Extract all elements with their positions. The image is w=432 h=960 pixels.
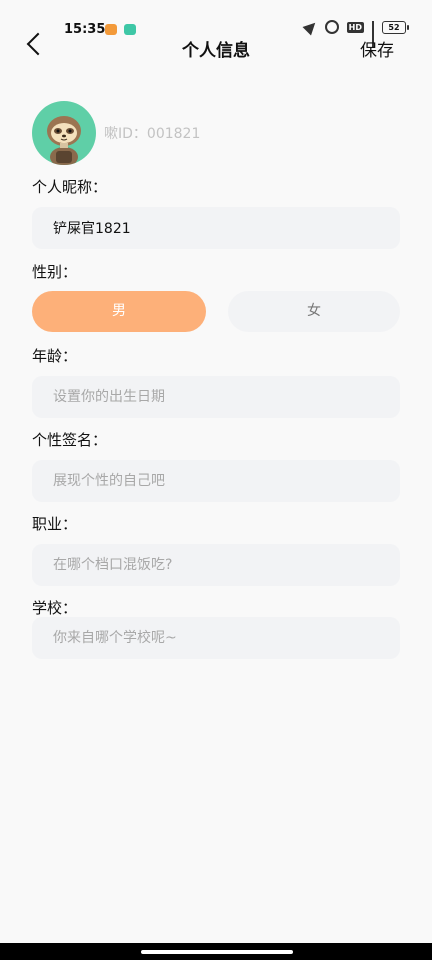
nickname-field-box — [32, 207, 400, 249]
gender-male-button[interactable]: 男 — [32, 291, 206, 332]
job-label: 职业： — [32, 515, 78, 533]
job-input[interactable] — [32, 544, 400, 586]
school-label: 学校： — [32, 599, 78, 617]
nav-bar: 个人信息 保存 — [0, 28, 432, 68]
nickname-label: 个人昵称： — [32, 178, 108, 196]
birth-date-input[interactable] — [32, 376, 400, 418]
age-label: 年龄： — [32, 347, 78, 365]
gender-label: 性别： — [32, 263, 78, 281]
gender-female-button[interactable]: 女 — [228, 291, 400, 332]
age-field-box — [32, 376, 400, 418]
nickname-input[interactable] — [32, 207, 400, 249]
signature-field-box — [32, 460, 400, 502]
school-field-box — [32, 617, 400, 659]
user-id: 嗽ID：001821 — [104, 126, 201, 142]
sloth-avatar-icon — [47, 116, 81, 165]
job-field-box — [32, 544, 400, 586]
school-input[interactable] — [32, 617, 400, 659]
avatar[interactable] — [32, 101, 96, 165]
home-indicator[interactable] — [141, 950, 293, 954]
signature-label: 个性签名： — [32, 431, 108, 449]
save-button[interactable]: 保存 — [360, 36, 394, 61]
signature-input[interactable] — [32, 460, 400, 502]
